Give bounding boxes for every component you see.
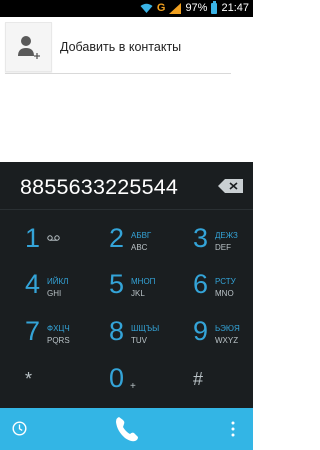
add-person-icon [5, 21, 52, 72]
wifi-icon [140, 3, 153, 13]
bottom-action-bar [0, 408, 253, 450]
key-symbol: * [25, 369, 33, 389]
key-symbol: # [193, 369, 204, 389]
key-letters-latin: ABC [131, 243, 148, 252]
backspace-icon[interactable] [218, 179, 244, 193]
key-4[interactable]: 4 ИЙКЛ GHI [25, 265, 109, 315]
key-letters-latin: GHI [47, 289, 62, 298]
key-letters-cyrillic: ФХЦЧ [47, 324, 70, 333]
call-button-phone-icon[interactable] [112, 414, 142, 444]
key-digit: 2 [109, 223, 125, 253]
key-letters-cyrillic: ШЩЪЫ [131, 324, 160, 333]
key-star[interactable]: * [25, 361, 109, 411]
key-letters-latin: PQRS [47, 336, 70, 345]
key-digit: 4 [25, 269, 41, 299]
voicemail-icon [47, 235, 60, 241]
dialed-number[interactable]: 8855633225544 [20, 175, 178, 200]
key-letters-latin: JKL [131, 289, 145, 298]
key-digit: 0 [109, 363, 125, 393]
key-6[interactable]: 6 РСТУ MNO [193, 265, 277, 315]
battery-icon [211, 1, 218, 14]
key-8[interactable]: 8 ШЩЪЫ TUV [109, 312, 193, 362]
network-type: G [156, 2, 166, 14]
key-letters-cyrillic: ИЙКЛ [47, 277, 69, 286]
key-letters-cyrillic: ЬЭЮЯ [215, 324, 240, 333]
key-letters-latin: DEF [215, 243, 231, 252]
overflow-menu-icon[interactable] [231, 421, 235, 437]
signal-icon [169, 2, 182, 14]
key-digit: 5 [109, 269, 125, 299]
key-digit: 6 [193, 269, 209, 299]
key-hash[interactable]: # [193, 361, 277, 411]
key-digit: 3 [193, 223, 209, 253]
call-history-icon[interactable] [12, 421, 27, 436]
number-display-row: 8855633225544 [0, 162, 253, 210]
key-letters-latin: MNO [215, 289, 234, 298]
add-to-contacts-row[interactable]: Добавить в контакты [5, 20, 245, 73]
key-1[interactable]: 1 [25, 219, 109, 269]
status-bar: G 97% 21:47 [0, 0, 253, 17]
key-0[interactable]: 0 + [109, 359, 193, 409]
key-digit: 1 [25, 223, 41, 253]
key-letters-cyrillic: РСТУ [215, 277, 236, 286]
key-letters-latin: WXYZ [215, 336, 239, 345]
key-plus: + [130, 381, 136, 392]
battery-percent: 97% [185, 2, 208, 14]
status-icons: G 97% 21:47 [140, 1, 249, 14]
divider [5, 73, 231, 74]
key-letters-cyrillic: ДЕЖЗ [215, 231, 238, 240]
key-9[interactable]: 9 ЬЭЮЯ WXYZ [193, 312, 277, 362]
add-contact-label: Добавить в контакты [60, 39, 182, 54]
key-5[interactable]: 5 МНОП JKL [109, 265, 193, 315]
clock: 21:47 [221, 2, 249, 14]
dialer-panel: 8855633225544 1 2 АБВГ ABC 3 ДЕЖЗ DEF 4 … [0, 162, 253, 408]
key-3[interactable]: 3 ДЕЖЗ DEF [193, 219, 277, 269]
key-2[interactable]: 2 АБВГ ABC [109, 219, 193, 269]
key-digit: 7 [25, 316, 41, 346]
key-letters-cyrillic: АБВГ [131, 231, 152, 240]
key-letters-cyrillic: МНОП [131, 277, 156, 286]
key-letters-latin: TUV [131, 336, 147, 345]
key-digit: 8 [109, 316, 125, 346]
key-digit: 9 [193, 316, 209, 346]
key-7[interactable]: 7 ФХЦЧ PQRS [25, 312, 109, 362]
